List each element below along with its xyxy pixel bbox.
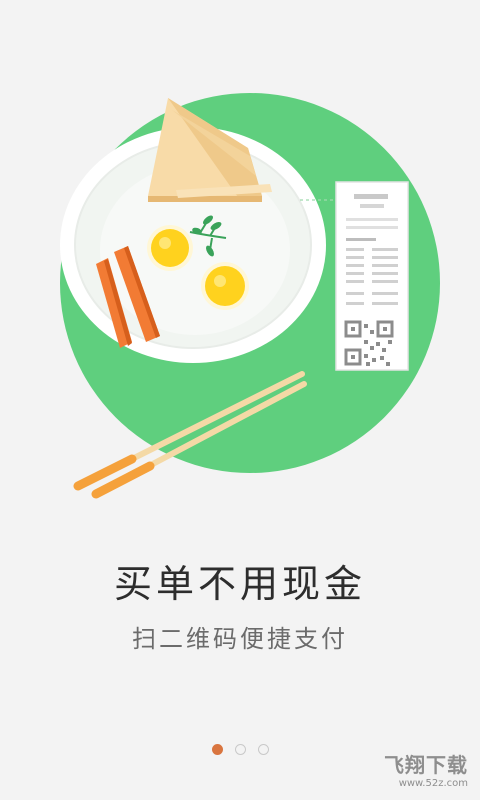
watermark-url: www.52z.com <box>398 778 468 789</box>
receipt-icon <box>335 181 409 371</box>
onboarding-screen: 买单不用现金 扫二维码便捷支付 飞翔下载 www.52z.com <box>0 0 480 800</box>
page-dot-1[interactable] <box>211 744 223 755</box>
watermark: 飞翔下载 www.52z.com <box>384 754 468 790</box>
onboarding-subtitle: 扫二维码便捷支付 <box>132 625 348 653</box>
page-dot-2[interactable] <box>234 744 246 755</box>
onboarding-title: 买单不用现金 <box>113 562 366 606</box>
payment-illustration <box>60 93 440 499</box>
page-dot-3[interactable] <box>257 744 269 755</box>
egg-yolk-icon <box>201 262 249 310</box>
egg-yolk-icon <box>147 225 193 271</box>
watermark-title: 飞翔下载 <box>384 753 468 777</box>
